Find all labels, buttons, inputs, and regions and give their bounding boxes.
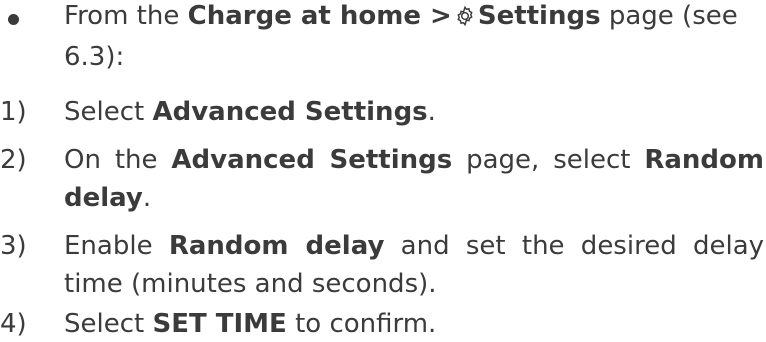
menu-path-charge-at-home: Charge at home >: [187, 1, 452, 31]
advanced-settings-label: Advanced Settings: [171, 145, 453, 175]
settings-label: Settings: [477, 1, 601, 31]
intro-line-2: 6.3):: [64, 42, 125, 72]
text-span: Select: [64, 309, 153, 339]
step-number: 2): [0, 145, 27, 175]
text-span: Enable: [64, 231, 169, 261]
text-span: From the: [64, 1, 188, 31]
step-number: 1): [0, 97, 27, 127]
random-label: Random: [644, 145, 764, 175]
text-span: page, select: [452, 145, 645, 175]
step-line: time (minutes and seconds).: [64, 269, 437, 299]
text-span: .: [142, 183, 152, 213]
instruction-list: From the Charge at home > Settings page (…: [0, 0, 766, 342]
text-span: On the: [64, 145, 172, 175]
advanced-settings-label: Advanced Settings: [152, 97, 428, 127]
delay-label: delay: [64, 183, 143, 213]
step-line: Select Advanced Settings.: [64, 95, 436, 129]
set-time-label: SET TIME: [152, 309, 287, 339]
step-line: Enable Random delay and set the desired …: [64, 229, 764, 263]
text-span: to confirm.: [286, 309, 437, 339]
step-line: On the Advanced Settings page, select Ra…: [64, 143, 764, 177]
text-span: Select: [64, 97, 153, 127]
random-delay-label: Random delay: [168, 231, 385, 261]
step-number: 4): [0, 309, 27, 339]
bullet-icon: [8, 14, 19, 25]
text-span: and set the desired delay: [384, 231, 765, 261]
step-number: 3): [0, 231, 27, 261]
gear-icon: [454, 2, 476, 36]
intro-line-1: From the Charge at home > Settings page (…: [64, 0, 738, 36]
text-span: .: [427, 97, 436, 127]
step-line: delay.: [64, 181, 151, 215]
step-line: Select SET TIME to confirm.: [64, 307, 436, 341]
text-span: page (see: [600, 1, 738, 31]
